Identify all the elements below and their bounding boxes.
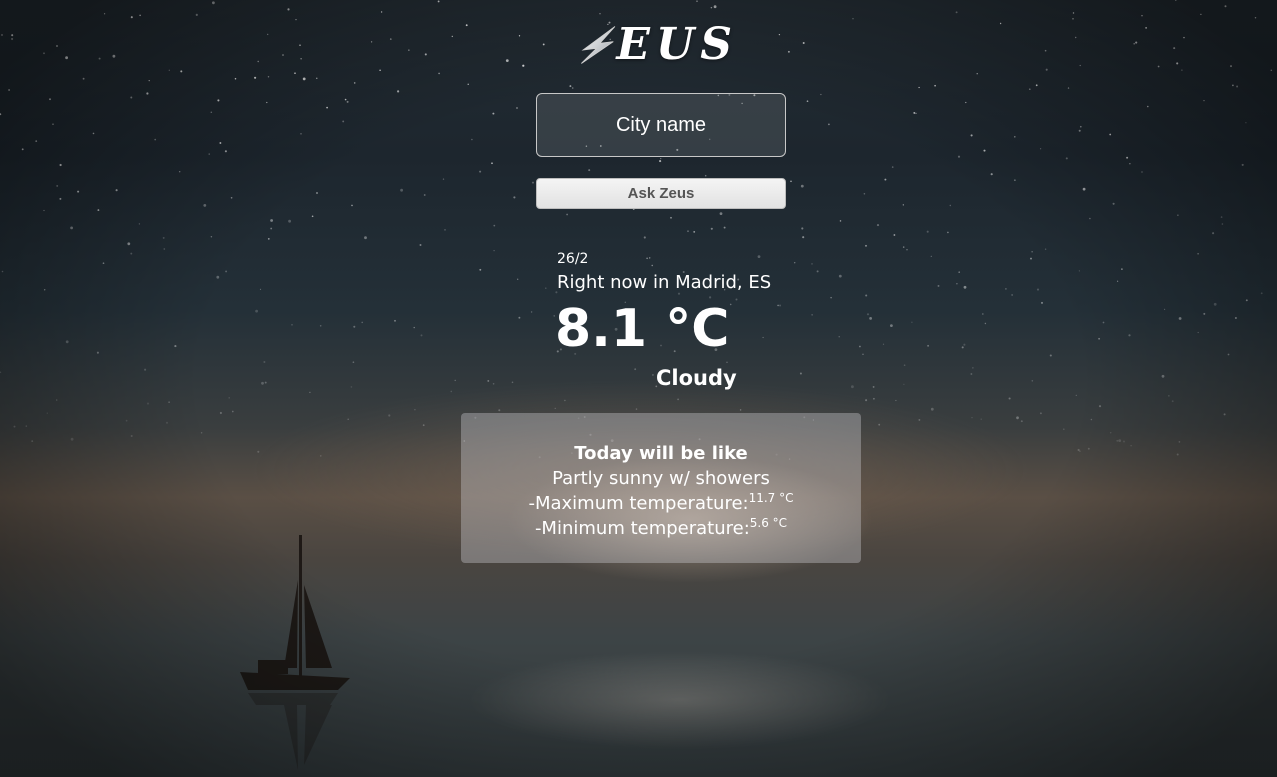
current-temperature: 8.1 °C — [555, 299, 730, 359]
ask-zeus-button[interactable]: Ask Zeus — [536, 178, 786, 209]
app-logo: EUS — [578, 18, 738, 72]
forecast-summary: Partly sunny w/ showers — [552, 468, 770, 489]
max-temperature-value: 11.7 °C — [748, 491, 794, 505]
forecast-heading: Today will be like — [574, 443, 748, 464]
max-temperature-label: -Maximum temperature: — [528, 493, 749, 514]
current-location: Right now in Madrid, ES — [557, 272, 772, 293]
min-temperature-label: -Minimum temperature: — [534, 518, 750, 539]
forecast-card: Today will be like Partly sunny w/ showe… — [461, 413, 861, 563]
forecast-max-row: -Maximum temperature:11.7 °C — [461, 491, 861, 516]
min-temperature-value: 5.6 °C — [749, 516, 788, 530]
forecast-min-row: -Minimum temperature:5.6 °C — [461, 516, 861, 541]
current-condition: Cloudy — [656, 366, 737, 390]
logo-wordmark: EUS — [616, 19, 738, 70]
lightning-bolt-icon — [581, 26, 616, 64]
city-name-input[interactable] — [536, 93, 786, 157]
current-date: 26/2 — [557, 251, 589, 267]
